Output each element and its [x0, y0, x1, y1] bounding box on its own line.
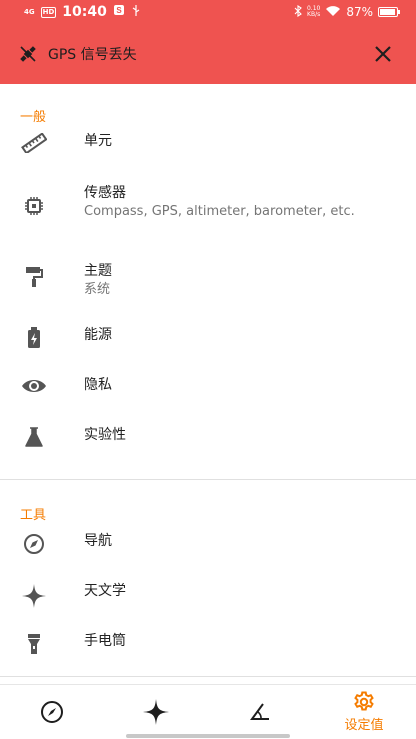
settings-item-label: 手电筒: [84, 633, 126, 649]
status-bar: 4G HD 10:40 S 0.10 KB/s 87%: [0, 0, 416, 24]
gear-icon: [354, 691, 374, 711]
flashlight-icon: [20, 633, 48, 655]
close-icon: [375, 46, 391, 62]
settings-item-label: 主题: [84, 263, 112, 279]
section-header-general: 一般: [20, 110, 47, 125]
alert-title: GPS 信号丢失: [48, 47, 137, 63]
angle-icon: [250, 703, 269, 720]
network-indicator: 4G: [24, 8, 35, 16]
sparkle-icon: [143, 699, 169, 725]
nav-settings-label: 设定值: [344, 718, 384, 733]
satellite-off-icon: [18, 44, 38, 64]
network-speed-unit: KB/s: [307, 11, 321, 18]
close-button[interactable]: [368, 39, 398, 69]
section-divider: [0, 676, 416, 677]
paint-roller-icon: [20, 266, 48, 288]
home-indicator[interactable]: [126, 734, 290, 738]
nav-navigation[interactable]: [0, 685, 104, 739]
hd-indicator: HD: [40, 6, 57, 18]
compass-icon: [20, 533, 48, 555]
bottom-navigation: 设定值: [0, 684, 416, 739]
settings-item-description: Compass, GPS, altimeter, barometer, etc.: [84, 204, 355, 219]
settings-item-power[interactable]: 能源: [0, 322, 416, 372]
gps-alert-banner: GPS 信号丢失: [0, 24, 416, 84]
settings-item-navigation[interactable]: 导航: [0, 526, 416, 576]
settings-item-label: 传感器: [84, 185, 126, 201]
settings-item-label: 天文学: [84, 583, 126, 599]
settings-item-label: 能源: [84, 327, 112, 343]
battery-charging-icon: [20, 327, 48, 349]
wifi-icon: [325, 5, 341, 20]
flask-icon: [20, 427, 48, 447]
battery-percent: 87%: [346, 5, 373, 19]
settings-item-theme[interactable]: 主题 系统: [0, 260, 416, 322]
settings-item-flashlight[interactable]: 手电筒: [0, 626, 416, 676]
nav-settings[interactable]: 设定值: [312, 685, 416, 739]
svg-text:S: S: [116, 6, 122, 15]
battery-icon: [378, 7, 400, 17]
settings-item-privacy[interactable]: 隐私: [0, 372, 416, 422]
status-time: 10:40: [62, 4, 107, 20]
settings-item-units[interactable]: 单元: [0, 128, 416, 176]
star-icon: [20, 583, 48, 609]
settings-item-description: 系统: [84, 282, 111, 297]
compass-icon: [41, 701, 63, 723]
settings-item-experimental[interactable]: 实验性: [0, 422, 416, 479]
sensor-chip-icon: [20, 196, 48, 216]
bluetooth-icon: [294, 4, 302, 20]
settings-item-sensors[interactable]: 传感器 Compass, GPS, altimeter, barometer, …: [0, 176, 416, 260]
settings-item-label: 导航: [84, 533, 112, 549]
nav-angle[interactable]: [208, 685, 312, 739]
section-header-tools: 工具: [20, 508, 47, 523]
settings-item-label: 单元: [84, 133, 112, 149]
ruler-icon: [20, 133, 48, 153]
notification-icon: S: [113, 4, 125, 20]
network-speed: 0.10 KB/s: [307, 6, 320, 18]
settings-item-label: 隐私: [84, 377, 112, 393]
settings-list[interactable]: 一般 单元 传感器 Compass, GPS, altimeter, barom…: [0, 84, 416, 680]
nav-astronomy[interactable]: [104, 685, 208, 739]
usb-icon: [131, 4, 141, 20]
settings-item-astronomy[interactable]: 天文学: [0, 576, 416, 626]
eye-icon: [20, 377, 48, 395]
settings-item-label: 实验性: [84, 427, 126, 443]
